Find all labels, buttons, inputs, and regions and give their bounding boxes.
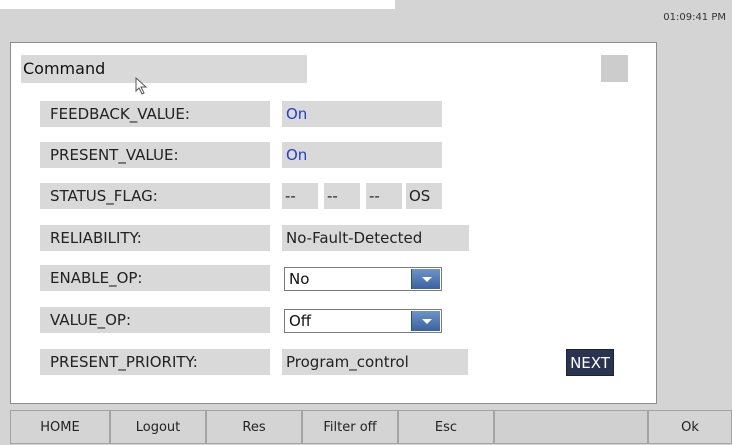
enable-op-selected: No bbox=[289, 270, 310, 288]
ok-button[interactable]: Ok bbox=[648, 410, 732, 444]
chevron-down-icon bbox=[422, 319, 432, 324]
feedback-value-label: FEEDBACK_VALUE: bbox=[40, 101, 270, 127]
present-value-label: PRESENT_VALUE: bbox=[40, 142, 270, 168]
row-present-priority: PRESENT_PRIORITY: Program_control bbox=[11, 349, 658, 375]
status-flag-4: OS bbox=[406, 183, 442, 209]
value-op-dropdown-button[interactable] bbox=[411, 311, 440, 331]
filter-off-button[interactable]: Filter off bbox=[302, 410, 398, 444]
home-button[interactable]: HOME bbox=[10, 410, 110, 444]
logout-button[interactable]: Logout bbox=[110, 410, 206, 444]
status-flag-2: -- bbox=[324, 183, 360, 209]
row-enable-op: ENABLE_OP: No bbox=[11, 265, 658, 291]
enable-op-dropdown[interactable]: No bbox=[284, 267, 442, 291]
esc-button[interactable]: Esc bbox=[398, 410, 494, 444]
clock: 01:09:41 PM bbox=[663, 12, 726, 23]
present-priority-label: PRESENT_PRIORITY: bbox=[40, 349, 270, 375]
res-button[interactable]: Res bbox=[206, 410, 302, 444]
row-feedback-value: FEEDBACK_VALUE: On bbox=[11, 101, 658, 127]
reliability-label: RELIABILITY: bbox=[40, 225, 270, 251]
row-present-value: PRESENT_VALUE: On bbox=[11, 142, 658, 168]
toolbar-empty-slot bbox=[494, 410, 648, 444]
enable-op-label: ENABLE_OP: bbox=[40, 265, 270, 291]
top-status-bar: 01:09:41 PM bbox=[0, 0, 732, 30]
present-priority-value: Program_control bbox=[282, 349, 468, 375]
row-status-flag: STATUS_FLAG: -- -- -- OS bbox=[11, 183, 658, 209]
dialog-close-button[interactable] bbox=[601, 55, 628, 82]
top-strip bbox=[0, 0, 395, 9]
row-reliability: RELIABILITY: No-Fault-Detected bbox=[11, 225, 658, 251]
mouse-pointer-icon bbox=[135, 77, 148, 95]
present-value: On bbox=[282, 142, 442, 168]
next-button[interactable]: NEXT bbox=[566, 349, 614, 376]
chevron-down-icon bbox=[422, 277, 432, 282]
reliability-value: No-Fault-Detected bbox=[282, 225, 469, 251]
value-op-selected: Off bbox=[289, 312, 312, 330]
row-value-op: VALUE_OP: Off bbox=[11, 307, 658, 333]
feedback-value: On bbox=[282, 101, 442, 127]
bottom-toolbar: HOME Logout Res Filter off Esc Ok bbox=[0, 410, 732, 444]
status-flag-3: -- bbox=[366, 183, 402, 209]
dialog-title: Command bbox=[21, 55, 307, 83]
value-op-label: VALUE_OP: bbox=[40, 307, 270, 333]
value-op-dropdown[interactable]: Off bbox=[284, 309, 442, 333]
command-dialog: Command FEEDBACK_VALUE: On PRESENT_VALUE… bbox=[10, 42, 657, 404]
status-flag-1: -- bbox=[282, 183, 318, 209]
status-flag-label: STATUS_FLAG: bbox=[40, 183, 270, 209]
enable-op-dropdown-button[interactable] bbox=[411, 269, 440, 289]
